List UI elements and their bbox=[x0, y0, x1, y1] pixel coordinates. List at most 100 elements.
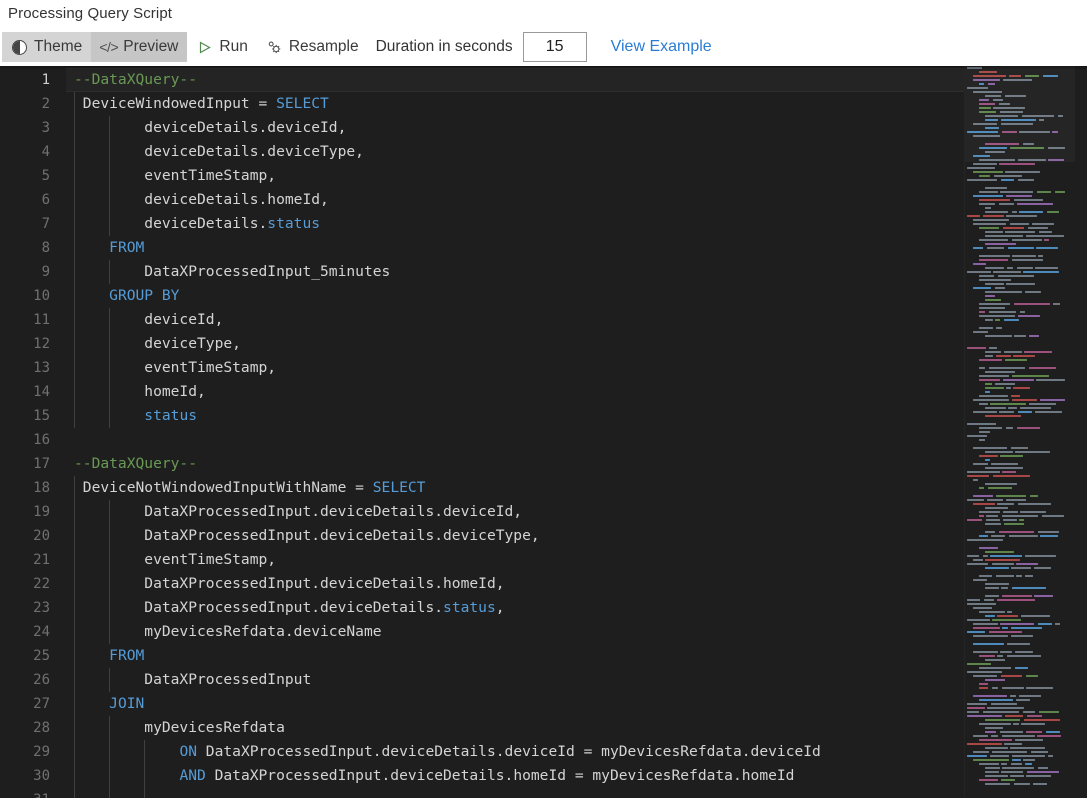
minimap-token bbox=[1013, 387, 1030, 389]
minimap-token bbox=[979, 111, 996, 113]
code-token bbox=[74, 287, 109, 304]
code-line[interactable]: eventTimeStamp, bbox=[66, 356, 1087, 380]
code-token bbox=[74, 407, 144, 424]
minimap-token bbox=[1036, 247, 1058, 249]
minimap-token bbox=[979, 535, 988, 537]
line-number: 9 bbox=[0, 260, 66, 284]
duration-input[interactable] bbox=[523, 32, 587, 62]
minimap-token bbox=[967, 631, 985, 633]
code-line[interactable]: homeId, bbox=[66, 380, 1087, 404]
code-line[interactable] bbox=[66, 428, 1087, 452]
code-content[interactable]: --DataXQuery-- DeviceWindowedInput = SEL… bbox=[66, 66, 1087, 798]
vertical-scrollbar[interactable] bbox=[1075, 66, 1087, 798]
minimap-token bbox=[973, 75, 1006, 77]
minimap-token bbox=[985, 391, 990, 393]
minimap-token bbox=[1011, 635, 1033, 637]
minimap-token bbox=[967, 599, 980, 601]
code-line[interactable]: deviceDetails.homeId, bbox=[66, 188, 1087, 212]
code-line[interactable]: deviceType, bbox=[66, 332, 1087, 356]
minimap-token bbox=[985, 467, 1023, 469]
minimap-token bbox=[1018, 315, 1040, 317]
minimap-token bbox=[985, 335, 1012, 337]
code-line[interactable]: FROM bbox=[66, 644, 1087, 668]
minimap-token bbox=[985, 267, 1004, 269]
code-line[interactable]: myDevicesRefdata.deviceName bbox=[66, 620, 1087, 644]
minimap-token bbox=[992, 751, 1027, 753]
preview-button[interactable]: </> Preview bbox=[91, 32, 187, 62]
code-line[interactable]: deviceDetails.deviceType, bbox=[66, 140, 1087, 164]
minimap-token bbox=[985, 371, 1015, 373]
code-line[interactable]: DataXProcessedInput bbox=[66, 668, 1087, 692]
line-number: 13 bbox=[0, 356, 66, 380]
code-line[interactable]: --DataXQuery-- bbox=[66, 452, 1087, 476]
code-line[interactable]: deviceId, bbox=[66, 308, 1087, 332]
gear-icon bbox=[266, 39, 283, 56]
code-line[interactable]: eventTimeStamp, bbox=[66, 548, 1087, 572]
code-line[interactable]: DataXProcessedInput.deviceDetails.status… bbox=[66, 596, 1087, 620]
code-line[interactable]: AND DataXProcessedInput.deviceDetails.ho… bbox=[66, 764, 1087, 788]
minimap-token bbox=[1026, 235, 1064, 237]
code-line[interactable]: myDevicesRefdata bbox=[66, 716, 1087, 740]
code-token: status bbox=[443, 599, 496, 616]
code-line[interactable]: --DataXQuery-- bbox=[66, 68, 1087, 92]
line-number: 6 bbox=[0, 188, 66, 212]
minimap-token bbox=[985, 95, 1001, 97]
minimap-token bbox=[1012, 211, 1017, 213]
minimap-token bbox=[979, 515, 984, 517]
line-number: 20 bbox=[0, 524, 66, 548]
code-line[interactable]: eventTimeStamp, bbox=[66, 164, 1087, 188]
minimap-token bbox=[973, 91, 1002, 93]
code-token: deviceDetails. bbox=[74, 215, 267, 232]
code-line[interactable]: FROM bbox=[66, 236, 1087, 260]
minimap-token bbox=[1012, 255, 1036, 257]
minimap-token bbox=[979, 395, 1008, 397]
minimap-token bbox=[979, 279, 1011, 281]
code-line[interactable]: DeviceWindowedInput = SELECT bbox=[66, 92, 1087, 116]
code-editor[interactable]: 1234567891011121314151617181920212223242… bbox=[0, 66, 1087, 798]
minimap-token bbox=[1019, 695, 1041, 697]
minimap-token bbox=[985, 583, 1009, 585]
minimap-token bbox=[1013, 723, 1019, 725]
code-line[interactable]: DataXProcessedInput.deviceDetails.device… bbox=[66, 500, 1087, 524]
code-line[interactable] bbox=[66, 788, 1087, 798]
minimap-token bbox=[1004, 351, 1022, 353]
code-line[interactable]: DeviceNotWindowedInputWithName = SELECT bbox=[66, 476, 1087, 500]
minimap-token bbox=[1025, 291, 1041, 293]
minimap-token bbox=[996, 355, 1011, 357]
minimap-token bbox=[1013, 355, 1035, 357]
minimap-token bbox=[973, 735, 988, 737]
minimap-token bbox=[984, 599, 994, 601]
minimap[interactable] bbox=[964, 66, 1075, 798]
minimap-token bbox=[967, 663, 991, 665]
code-token: --DataXQuery-- bbox=[74, 71, 197, 88]
minimap-token bbox=[973, 195, 1003, 197]
code-brackets-icon: </> bbox=[100, 39, 117, 56]
code-line[interactable]: DataXProcessedInput.deviceDetails.device… bbox=[66, 524, 1087, 548]
minimap-token bbox=[996, 327, 1002, 329]
resample-button[interactable]: Resample bbox=[257, 32, 368, 62]
minimap-token bbox=[1002, 687, 1024, 689]
minimap-token bbox=[1001, 587, 1008, 589]
minimap-token bbox=[973, 135, 1000, 137]
code-line[interactable]: GROUP BY bbox=[66, 284, 1087, 308]
minimap-token bbox=[991, 463, 1018, 465]
code-line[interactable]: DataXProcessedInput.deviceDetails.homeId… bbox=[66, 572, 1087, 596]
code-line[interactable]: deviceDetails.deviceId, bbox=[66, 116, 1087, 140]
minimap-token bbox=[1011, 567, 1031, 569]
minimap-token bbox=[985, 383, 992, 385]
view-example-link[interactable]: View Example bbox=[611, 38, 712, 56]
code-line[interactable]: DataXProcessedInput_5minutes bbox=[66, 260, 1087, 284]
code-line[interactable]: ON DataXProcessedInput.deviceDetails.dev… bbox=[66, 740, 1087, 764]
line-number: 29 bbox=[0, 740, 66, 764]
minimap-token bbox=[1005, 715, 1023, 717]
line-number: 14 bbox=[0, 380, 66, 404]
minimap-token bbox=[1016, 699, 1030, 701]
minimap-token bbox=[997, 615, 1018, 617]
run-button[interactable]: Run bbox=[187, 32, 256, 62]
code-line[interactable]: status bbox=[66, 404, 1087, 428]
code-line[interactable]: JOIN bbox=[66, 692, 1087, 716]
code-token: SELECT bbox=[276, 95, 329, 112]
code-line[interactable]: deviceDetails.status bbox=[66, 212, 1087, 236]
theme-button[interactable]: Theme bbox=[2, 32, 91, 62]
minimap-token bbox=[1000, 651, 1012, 653]
